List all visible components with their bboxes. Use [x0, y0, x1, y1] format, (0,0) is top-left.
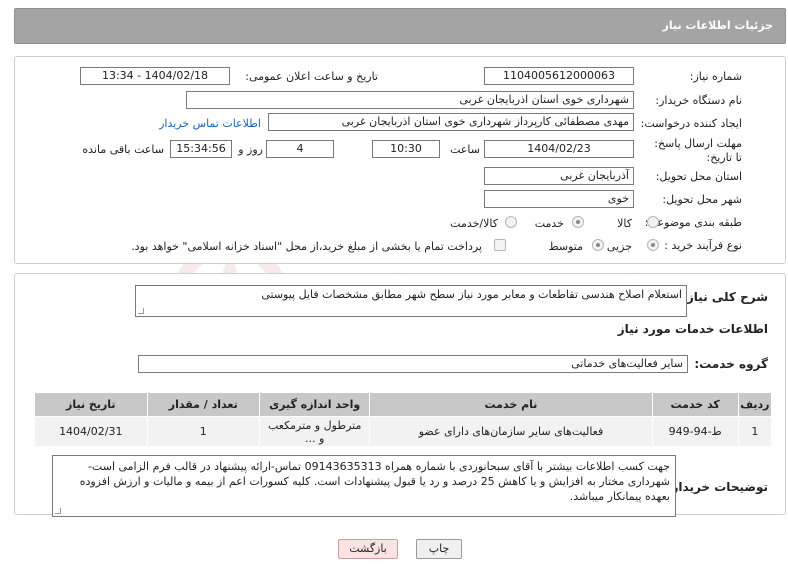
- print-button[interactable]: چاپ: [416, 539, 462, 559]
- services-section-title: اطلاعات خدمات مورد نیاز: [617, 322, 768, 336]
- description-text: استعلام اصلاح هندسی تقاطعات و معابر مورد…: [261, 288, 682, 301]
- col-header-row-number: ردیف: [737, 392, 773, 417]
- deadline-time-field: 10:30: [372, 140, 440, 158]
- city-field: خوی: [484, 190, 634, 208]
- category-radio-goods[interactable]: [647, 216, 659, 228]
- category-label: طبقه بندی موضوعی:: [644, 216, 742, 229]
- col-header-service-name: نام خدمت: [369, 392, 653, 417]
- buyer-notes-text: جهت کسب اطلاعات بیشتر با آقای سبحانوردی …: [79, 460, 670, 503]
- notes-resize-grip[interactable]: [55, 508, 61, 514]
- need-number-label: شماره نیاز:: [689, 70, 742, 83]
- category-radio-service[interactable]: [572, 216, 584, 228]
- process-radio-minor[interactable]: [647, 239, 659, 251]
- remaining-time-field: 15:34:56: [170, 140, 232, 158]
- buyer-contact-link[interactable]: اطلاعات تماس خریدار: [159, 117, 261, 130]
- category-option-goods: کالا: [617, 217, 632, 230]
- deadline-label: مهلت ارسال پاسخ: تا تاریخ:: [652, 137, 742, 165]
- table-row: 1 ط-94-949 فعالیت‌های سایر سازمان‌های دا…: [34, 416, 773, 447]
- services-table: ردیف کد خدمت نام خدمت واحد اندازه گیری ت…: [34, 392, 773, 447]
- back-button[interactable]: بازگشت: [338, 539, 398, 559]
- description-label: شرح کلی نیاز:: [682, 290, 768, 304]
- resize-grip[interactable]: [138, 308, 144, 314]
- need-number-field: 1104005612000063: [484, 67, 634, 85]
- creator-label: ایجاد کننده درخواست:: [640, 117, 742, 130]
- days-label: روز و: [238, 143, 263, 156]
- buyer-notes-textbox[interactable]: جهت کسب اطلاعات بیشتر با آقای سبحانوردی …: [52, 455, 676, 517]
- col-header-quantity: تعداد / مقدار: [146, 392, 261, 417]
- cell-service-name: فعالیت‌های سایر سازمان‌های دارای عضو: [369, 416, 653, 447]
- table-header-row: ردیف کد خدمت نام خدمت واحد اندازه گیری ت…: [34, 392, 773, 417]
- deadline-time-label: ساعت: [450, 143, 480, 156]
- days-remaining-field: 4: [266, 140, 334, 158]
- treasury-payment-checkbox[interactable]: [494, 239, 506, 251]
- deadline-label-text: مهلت ارسال پاسخ: تا تاریخ:: [654, 137, 742, 164]
- cell-quantity: 1: [146, 416, 261, 447]
- col-header-service-code: کد خدمت: [651, 392, 739, 417]
- category-option-service: خدمت: [534, 217, 564, 230]
- page-header: جزئیات اطلاعات نیاز: [14, 8, 786, 44]
- creator-field: مهدی مصطفائی کارپرداز شهرداری خوی استان …: [268, 113, 634, 131]
- province-label: استان محل تحویل:: [655, 170, 742, 183]
- col-header-need-date: تاریخ نیاز: [34, 392, 148, 417]
- process-option-medium: متوسط: [548, 240, 583, 253]
- buyer-org-label: نام دستگاه خریدار:: [655, 94, 742, 107]
- remaining-time-label: ساعت باقی مانده: [82, 143, 164, 156]
- announce-datetime-label: تاریخ و ساعت اعلان عمومی:: [245, 70, 378, 83]
- deadline-date-field: 1404/02/23: [484, 140, 634, 158]
- cell-need-date: 1404/02/31: [34, 416, 148, 447]
- process-option-minor: جزیی: [606, 240, 632, 253]
- description-textbox[interactable]: استعلام اصلاح هندسی تقاطعات و معابر مورد…: [135, 285, 687, 317]
- announce-datetime-field: 1404/02/18 - 13:34: [80, 67, 230, 85]
- province-field: آذربایجان غربی: [484, 167, 634, 185]
- treasury-payment-note: پرداخت تمام یا بخشی از مبلغ خرید،از محل …: [131, 240, 482, 253]
- category-option-goods-service: کالا/خدمت: [450, 217, 498, 230]
- cell-service-code: ط-94-949: [651, 416, 739, 447]
- buyer-org-field: شهرداری خوی استان اذربایجان غربی: [186, 91, 634, 109]
- process-type-label: نوع فرآیند خرید :: [664, 239, 742, 252]
- page-title: جزئیات اطلاعات نیاز: [662, 19, 774, 32]
- service-group-label: گروه خدمت:: [694, 357, 768, 371]
- service-group-field: سایر فعالیت‌های خدماتی: [138, 355, 688, 373]
- cell-unit: مترطول و مترمکعب و ...: [259, 416, 371, 447]
- process-radio-medium[interactable]: [592, 239, 604, 251]
- col-header-unit: واحد اندازه گیری: [259, 392, 371, 417]
- buyer-notes-label: توضیحات خریدار:: [666, 480, 768, 494]
- category-radio-goods-service[interactable]: [505, 216, 517, 228]
- city-label: شهر محل تحویل:: [662, 193, 742, 206]
- cell-row-number: 1: [737, 416, 773, 447]
